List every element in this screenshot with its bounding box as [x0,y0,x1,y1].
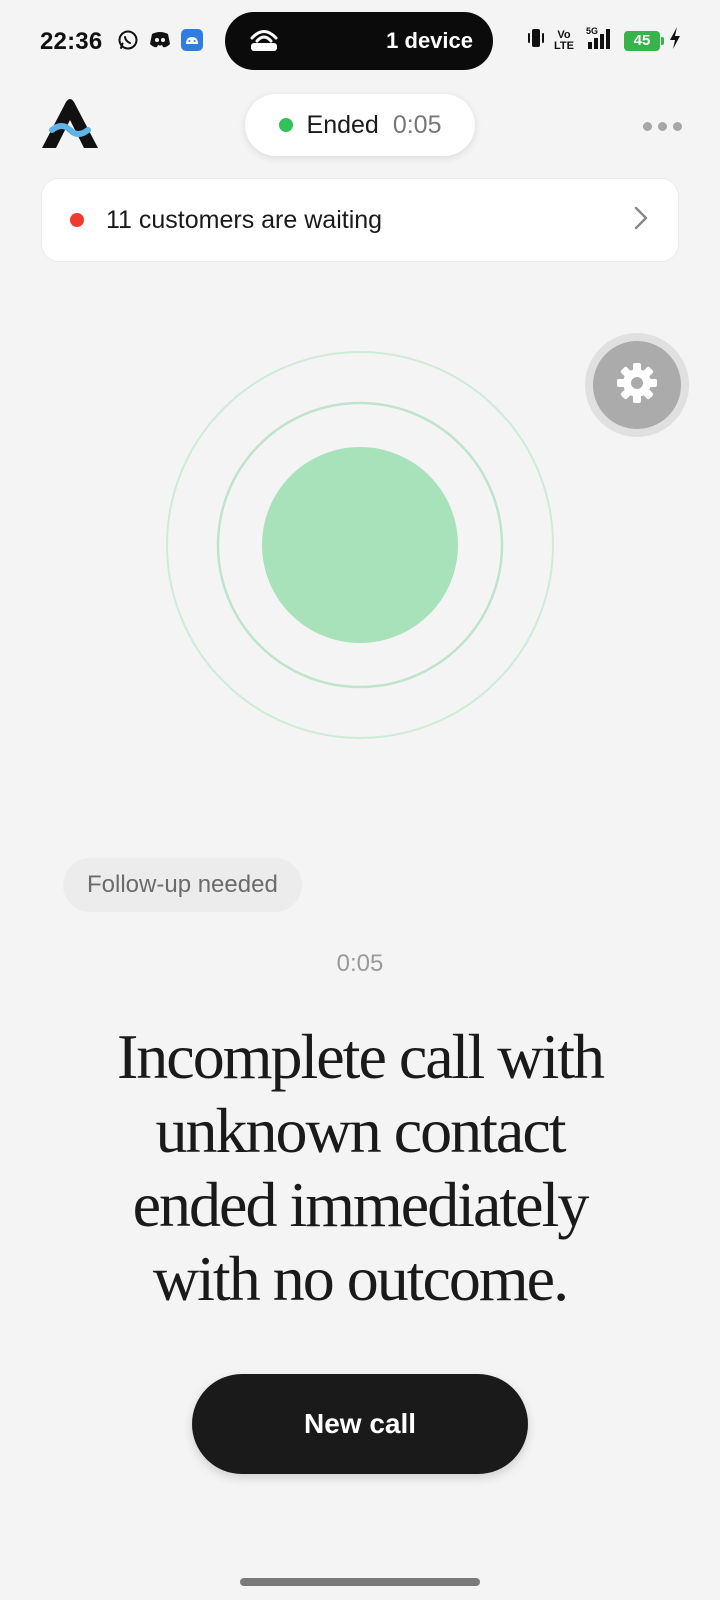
call-status-label: Ended [306,110,379,139]
battery-indicator: 45 [624,30,664,51]
more-dot [642,121,652,131]
svg-text:5G: 5G [586,26,598,36]
call-timer: 0:05 [392,110,442,139]
gear-icon [615,361,659,410]
orb-core [262,447,458,643]
signal-icon: 5G [582,26,616,55]
call-duration: 0:05 [336,950,384,977]
call-status-chip: Ended 0:05 [245,94,475,156]
status-dot [278,118,293,132]
status-time: 22:36 [40,28,103,55]
more-options-button[interactable] [640,112,684,140]
follow-up-tag[interactable]: Follow-up needed [63,858,302,912]
status-indicators: Vo LTE 5G 45 [526,26,682,55]
chevron-right-icon [634,206,648,235]
customers-waiting-text: 11 customers are waiting [106,205,383,234]
whatsapp-icon [116,28,140,52]
dynamic-island[interactable]: 1 device [225,12,493,70]
android-app-icon [180,28,204,52]
vibrate-icon [526,27,546,54]
discord-icon [148,28,172,52]
settings-button[interactable] [585,333,689,437]
call-orb [165,350,555,740]
connected-devices-text: 1 device [386,28,473,53]
settings-button-inner [593,341,681,429]
charging-icon [668,26,682,55]
call-summary-text: Incomplete call with unknown contact end… [116,1021,605,1314]
new-call-button[interactable]: New call [192,1374,528,1474]
volte-indicator: Vo LTE [554,28,574,52]
home-indicator[interactable] [240,1578,480,1586]
customers-waiting-banner[interactable]: 11 customers are waiting [41,178,679,262]
alert-dot [70,213,84,227]
more-dot [657,121,667,131]
app-logo[interactable] [38,96,102,152]
status-app-icons [116,28,204,52]
hotspot-icon [247,26,281,57]
more-dot [672,121,682,131]
